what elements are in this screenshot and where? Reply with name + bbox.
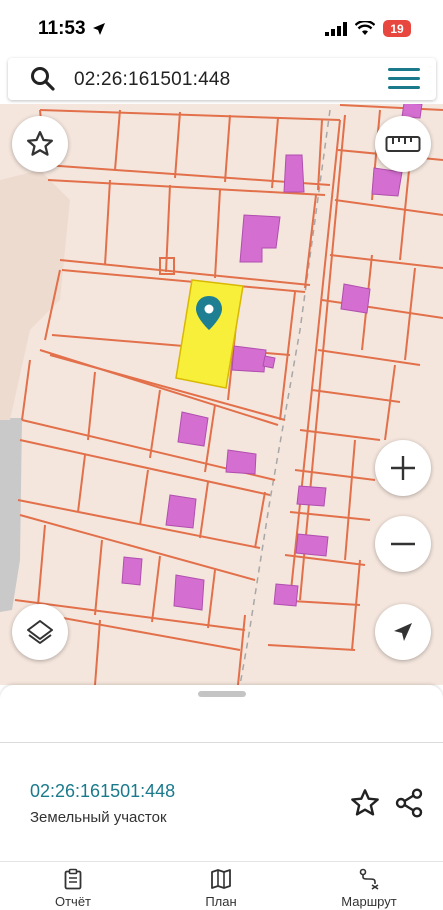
cadastral-number[interactable]: 02:26:161501:448 [30,781,175,802]
cadastral-map[interactable] [0,104,443,685]
nav-item-report[interactable]: Отчёт [18,868,128,909]
zoom-out-icon [391,542,415,546]
sheet-drag-handle[interactable] [198,691,246,697]
search-input[interactable]: 02:26:161501:448 [74,69,230,91]
battery-indicator: 19 [383,20,411,37]
measure-button[interactable] [375,116,431,172]
nav-label-report: Отчёт [54,894,92,909]
status-bar: 11:53 19 [0,0,443,56]
navigation-arrow-icon [394,623,412,641]
search-icon[interactable] [30,66,56,92]
zoom-in-button[interactable] [375,440,431,496]
search-bar[interactable]: 02:26:161501:448 [8,58,436,100]
location-arrow-icon [93,23,105,35]
signal-icon [325,21,347,36]
divider [0,742,443,743]
object-type: Земельный участок [30,809,167,826]
layers-button[interactable] [12,604,68,660]
nav-label-route: Маршрут [341,894,397,909]
my-location-button[interactable] [375,604,431,660]
star-icon[interactable] [349,787,381,819]
menu-icon[interactable] [388,68,420,90]
wifi-icon [355,21,375,35]
nav-item-route[interactable]: Маршрут [314,868,424,909]
layers-icon [27,620,53,644]
clipboard-icon [64,868,82,890]
route-icon [359,868,379,890]
nav-label-plan: План [205,894,237,909]
nav-item-plan[interactable]: План [166,868,276,909]
status-indicators: 19 [325,20,411,37]
bottom-navigation: Отчёт План Маршрут [0,862,443,910]
map-icon [211,869,231,889]
zoom-in-icon [391,456,415,480]
favorite-map-button[interactable] [12,116,68,172]
share-icon[interactable] [393,787,425,819]
zoom-out-button[interactable] [375,516,431,572]
status-time: 11:53 [38,18,86,39]
ruler-icon [385,136,421,152]
star-icon [27,131,53,156]
map-canvas[interactable] [0,104,443,685]
